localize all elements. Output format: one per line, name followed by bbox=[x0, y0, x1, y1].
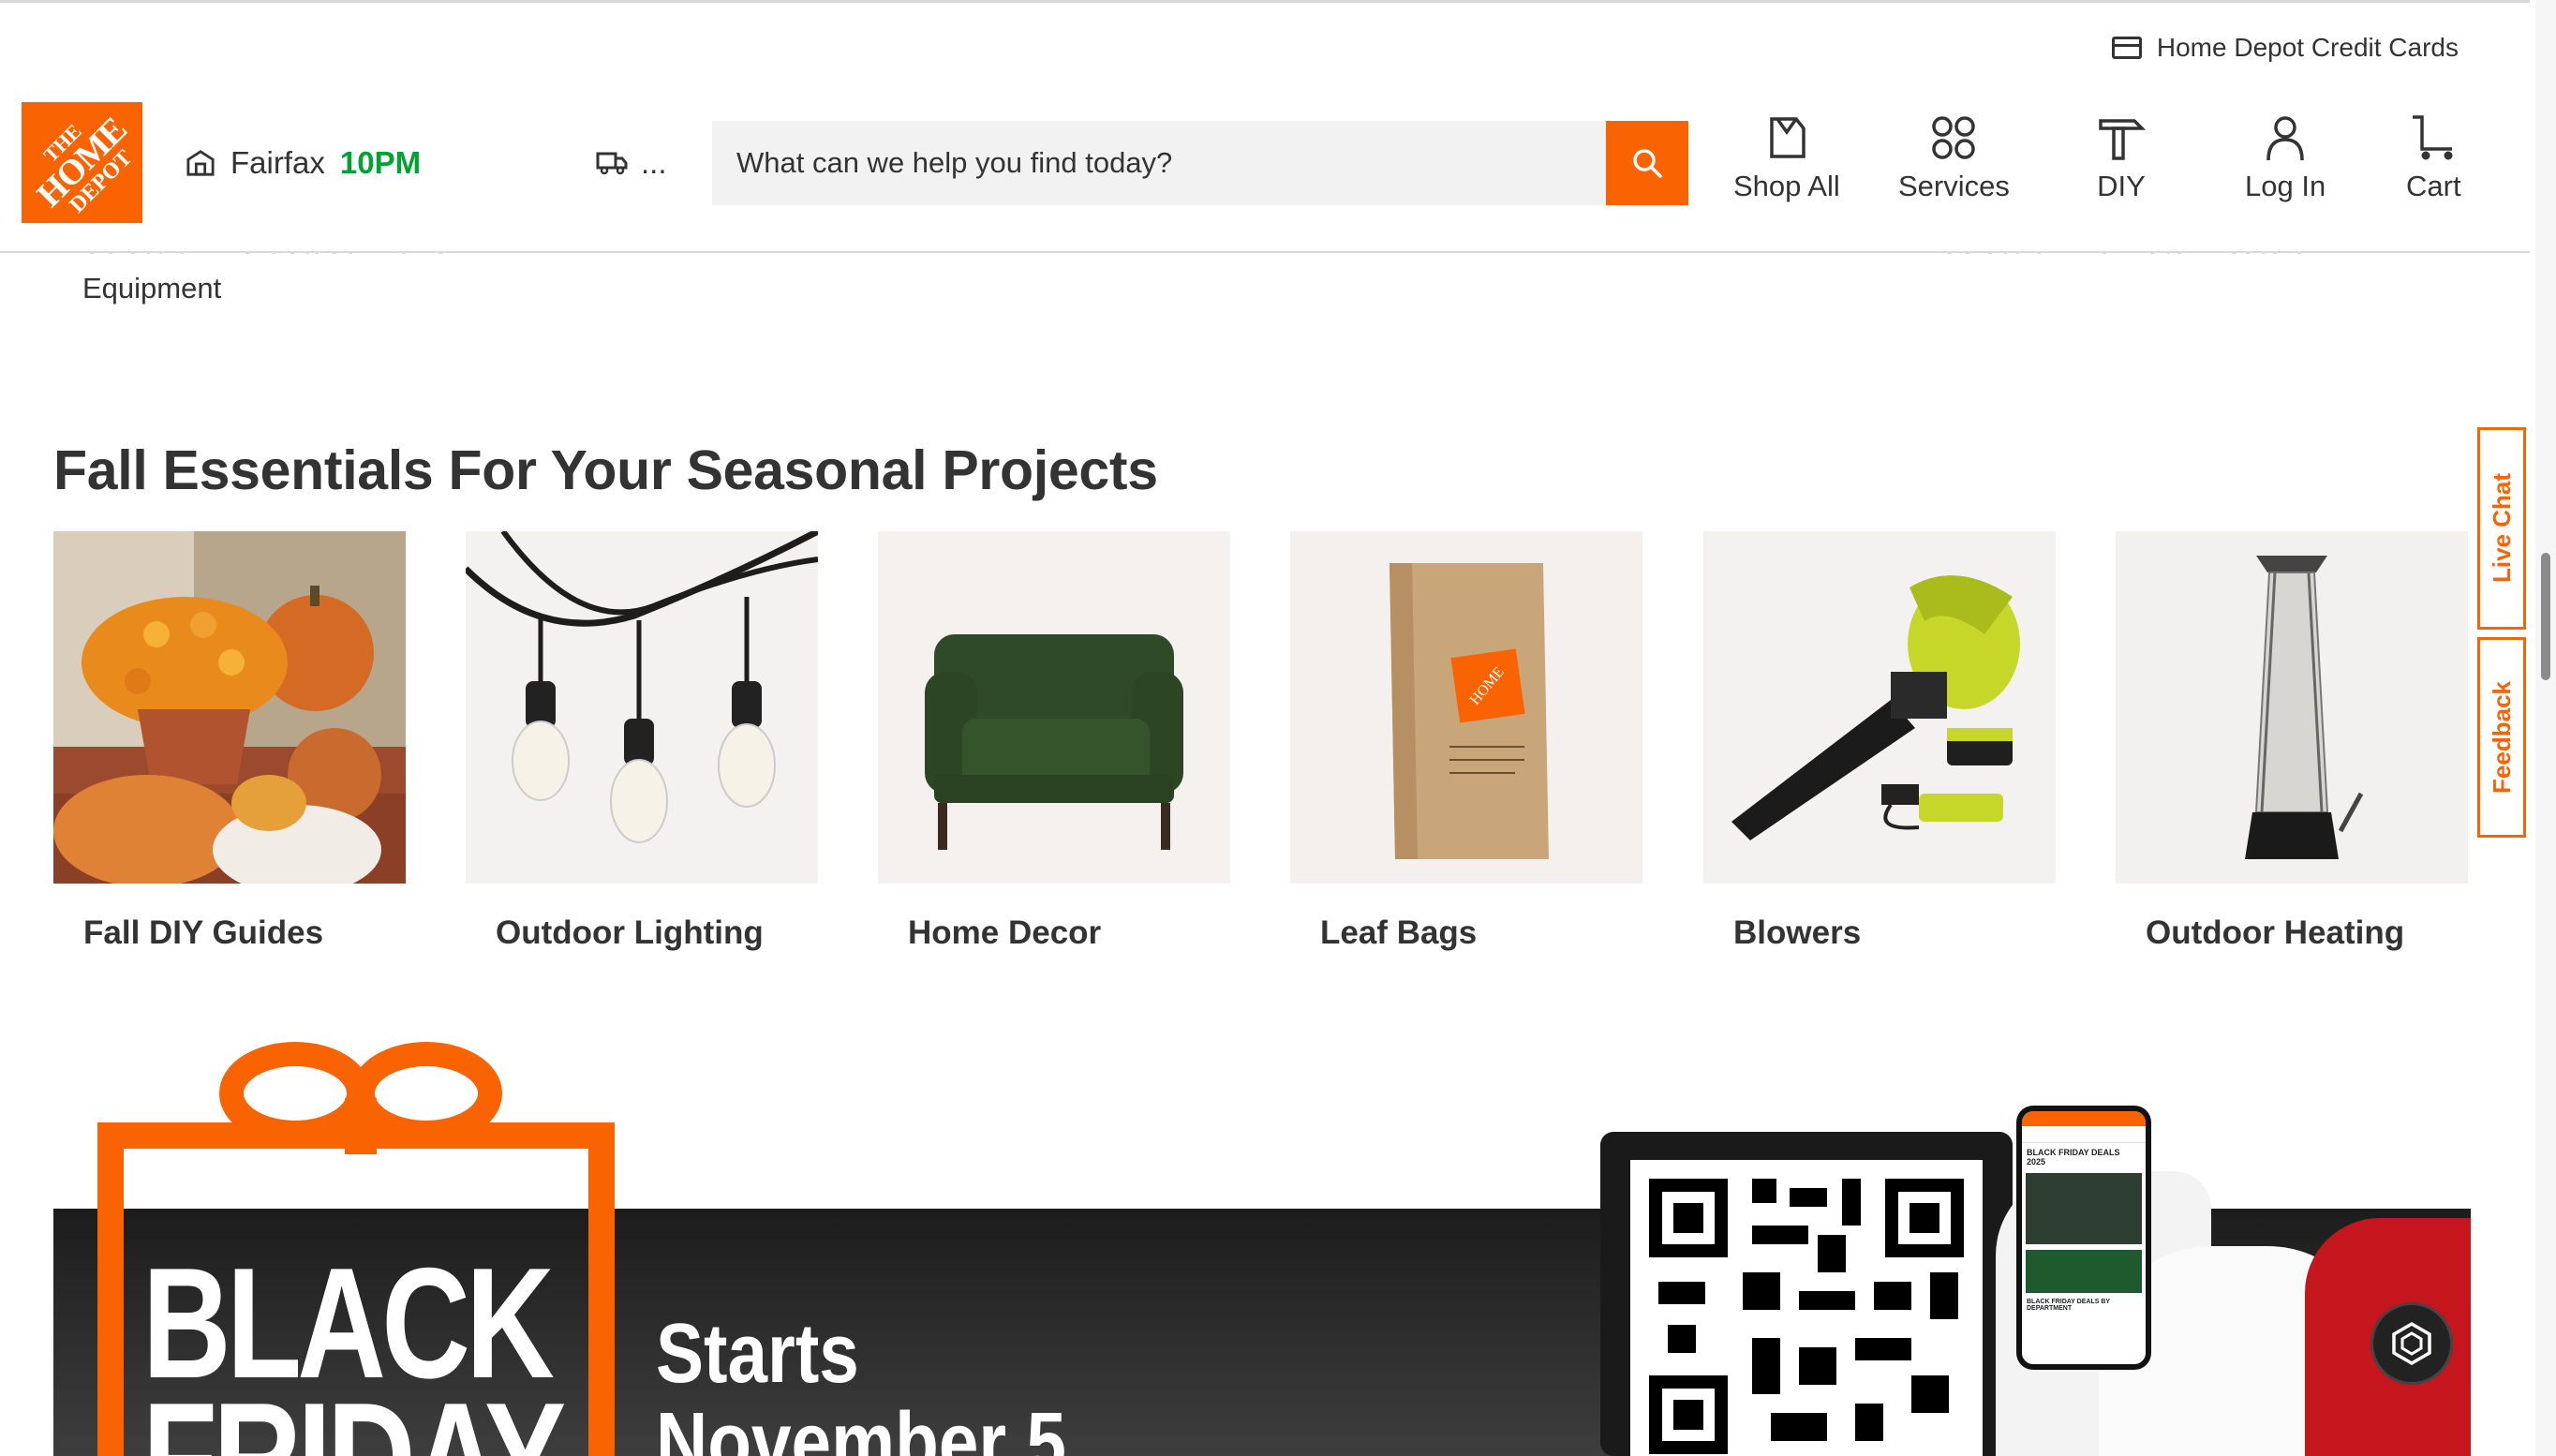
search-bar bbox=[712, 121, 1688, 205]
phone-title: BLACK FRIDAY DEALS 2025 bbox=[2027, 1148, 2120, 1166]
tile-label: Home Decor bbox=[908, 914, 1102, 951]
nav-label: DIY bbox=[2097, 170, 2146, 202]
nav-log-in[interactable]: Log In bbox=[2245, 113, 2326, 203]
cart-icon bbox=[2413, 115, 2453, 160]
blowers-image bbox=[1703, 531, 2056, 884]
nav-cart[interactable]: Cart bbox=[2406, 113, 2461, 203]
nav-diy[interactable]: DIY bbox=[2097, 113, 2146, 203]
store-icon bbox=[186, 150, 215, 176]
store-name: Fairfax bbox=[230, 145, 325, 180]
live-chat-tab[interactable]: Live Chat bbox=[2477, 427, 2526, 630]
outdoor-lighting-image bbox=[466, 531, 818, 884]
tile-outdoor-heating[interactable]: Outdoor Heating bbox=[2116, 531, 2468, 951]
truck-icon bbox=[596, 152, 628, 175]
home-depot-logo[interactable]: THE HOME DEPOT bbox=[22, 102, 142, 223]
tile-label: Leaf Bags bbox=[1320, 914, 1478, 951]
section-title: Fall Essentials For Your Seasonal Projec… bbox=[53, 439, 1158, 501]
credit-cards-link[interactable]: Home Depot Credit Cards bbox=[2111, 33, 2459, 63]
promo-text-outdoor-power-line2[interactable]: Equipment bbox=[82, 272, 221, 305]
logo-wordmark: THE HOME DEPOT bbox=[28, 109, 137, 217]
nav-label: Cart bbox=[2406, 170, 2461, 202]
nav-label: Shop All bbox=[1733, 170, 1840, 202]
shop-all-icon bbox=[1770, 117, 1806, 158]
search-icon bbox=[1633, 149, 1662, 178]
nav-label: Services bbox=[1898, 170, 2010, 202]
diy-hammer-icon bbox=[2099, 119, 2146, 160]
nav-label: Log In bbox=[2245, 170, 2326, 202]
credit-cards-label: Home Depot Credit Cards bbox=[2156, 33, 2459, 62]
nav-services[interactable]: Services bbox=[1898, 113, 2010, 203]
tile-label: Fall DIY Guides bbox=[83, 914, 324, 951]
qr-code[interactable] bbox=[1630, 1160, 1983, 1456]
delivery-label: ... bbox=[641, 145, 667, 180]
scrollbar-thumb[interactable] bbox=[2541, 553, 2550, 680]
tile-label: Blowers bbox=[1733, 914, 1862, 951]
tile-label: Outdoor Lighting bbox=[496, 914, 764, 951]
black-friday-title: BLACK FRIDAY bbox=[142, 1235, 566, 1456]
tile-fall-diy-guides[interactable]: Fall DIY Guides bbox=[53, 531, 406, 951]
starts-date: Starts November 5 bbox=[656, 1307, 1066, 1456]
store-selector[interactable]: Fairfax 10PM bbox=[186, 145, 421, 181]
fall-diy-guides-image bbox=[53, 531, 406, 884]
tile-outdoor-lighting[interactable]: Outdoor Lighting bbox=[466, 531, 818, 951]
search-button[interactable] bbox=[1606, 121, 1688, 205]
store-hours: 10PM bbox=[339, 145, 422, 180]
hexagon-assistant-icon bbox=[2392, 1321, 2431, 1366]
home-decor-image bbox=[878, 531, 1230, 884]
live-chat-label: Live Chat bbox=[2487, 473, 2516, 584]
gift-bow-icon bbox=[219, 1042, 502, 1154]
site-header: Home Depot Credit Cards THE HOME DEPOT F… bbox=[0, 0, 2530, 253]
services-icon bbox=[1932, 116, 1976, 159]
tile-blowers[interactable]: Blowers bbox=[1703, 531, 2056, 951]
outdoor-heating-image bbox=[2116, 531, 2468, 884]
search-input[interactable] bbox=[712, 121, 1606, 205]
tile-home-decor[interactable]: Home Decor bbox=[878, 531, 1230, 951]
user-icon bbox=[2266, 116, 2304, 161]
leaf-bags-image: HOME bbox=[1290, 531, 1642, 884]
feedback-tab[interactable]: Feedback bbox=[2477, 637, 2526, 838]
feedback-label: Feedback bbox=[2487, 681, 2516, 794]
phone-screen: BLACK FRIDAY DEALS 2025 BLACK FRIDAY DEA… bbox=[2022, 1111, 2146, 1364]
delivery-zip-selector[interactable]: ... bbox=[596, 145, 667, 181]
credit-card-icon bbox=[2111, 37, 2142, 59]
tile-leaf-bags[interactable]: HOME Leaf Bags bbox=[1290, 531, 1642, 951]
phone-subtitle: BLACK FRIDAY DEALS BY DEPARTMENT bbox=[2027, 1298, 2110, 1313]
tile-label: Outdoor Heating bbox=[2146, 914, 2405, 951]
page-scrollbar[interactable] bbox=[2535, 0, 2556, 1456]
phone-mockup: BLACK FRIDAY DEALS 2025 BLACK FRIDAY DEA… bbox=[2016, 1106, 2151, 1370]
nav-shop-all[interactable]: Shop All bbox=[1733, 113, 1840, 203]
assistant-fab-button[interactable] bbox=[2370, 1302, 2453, 1385]
